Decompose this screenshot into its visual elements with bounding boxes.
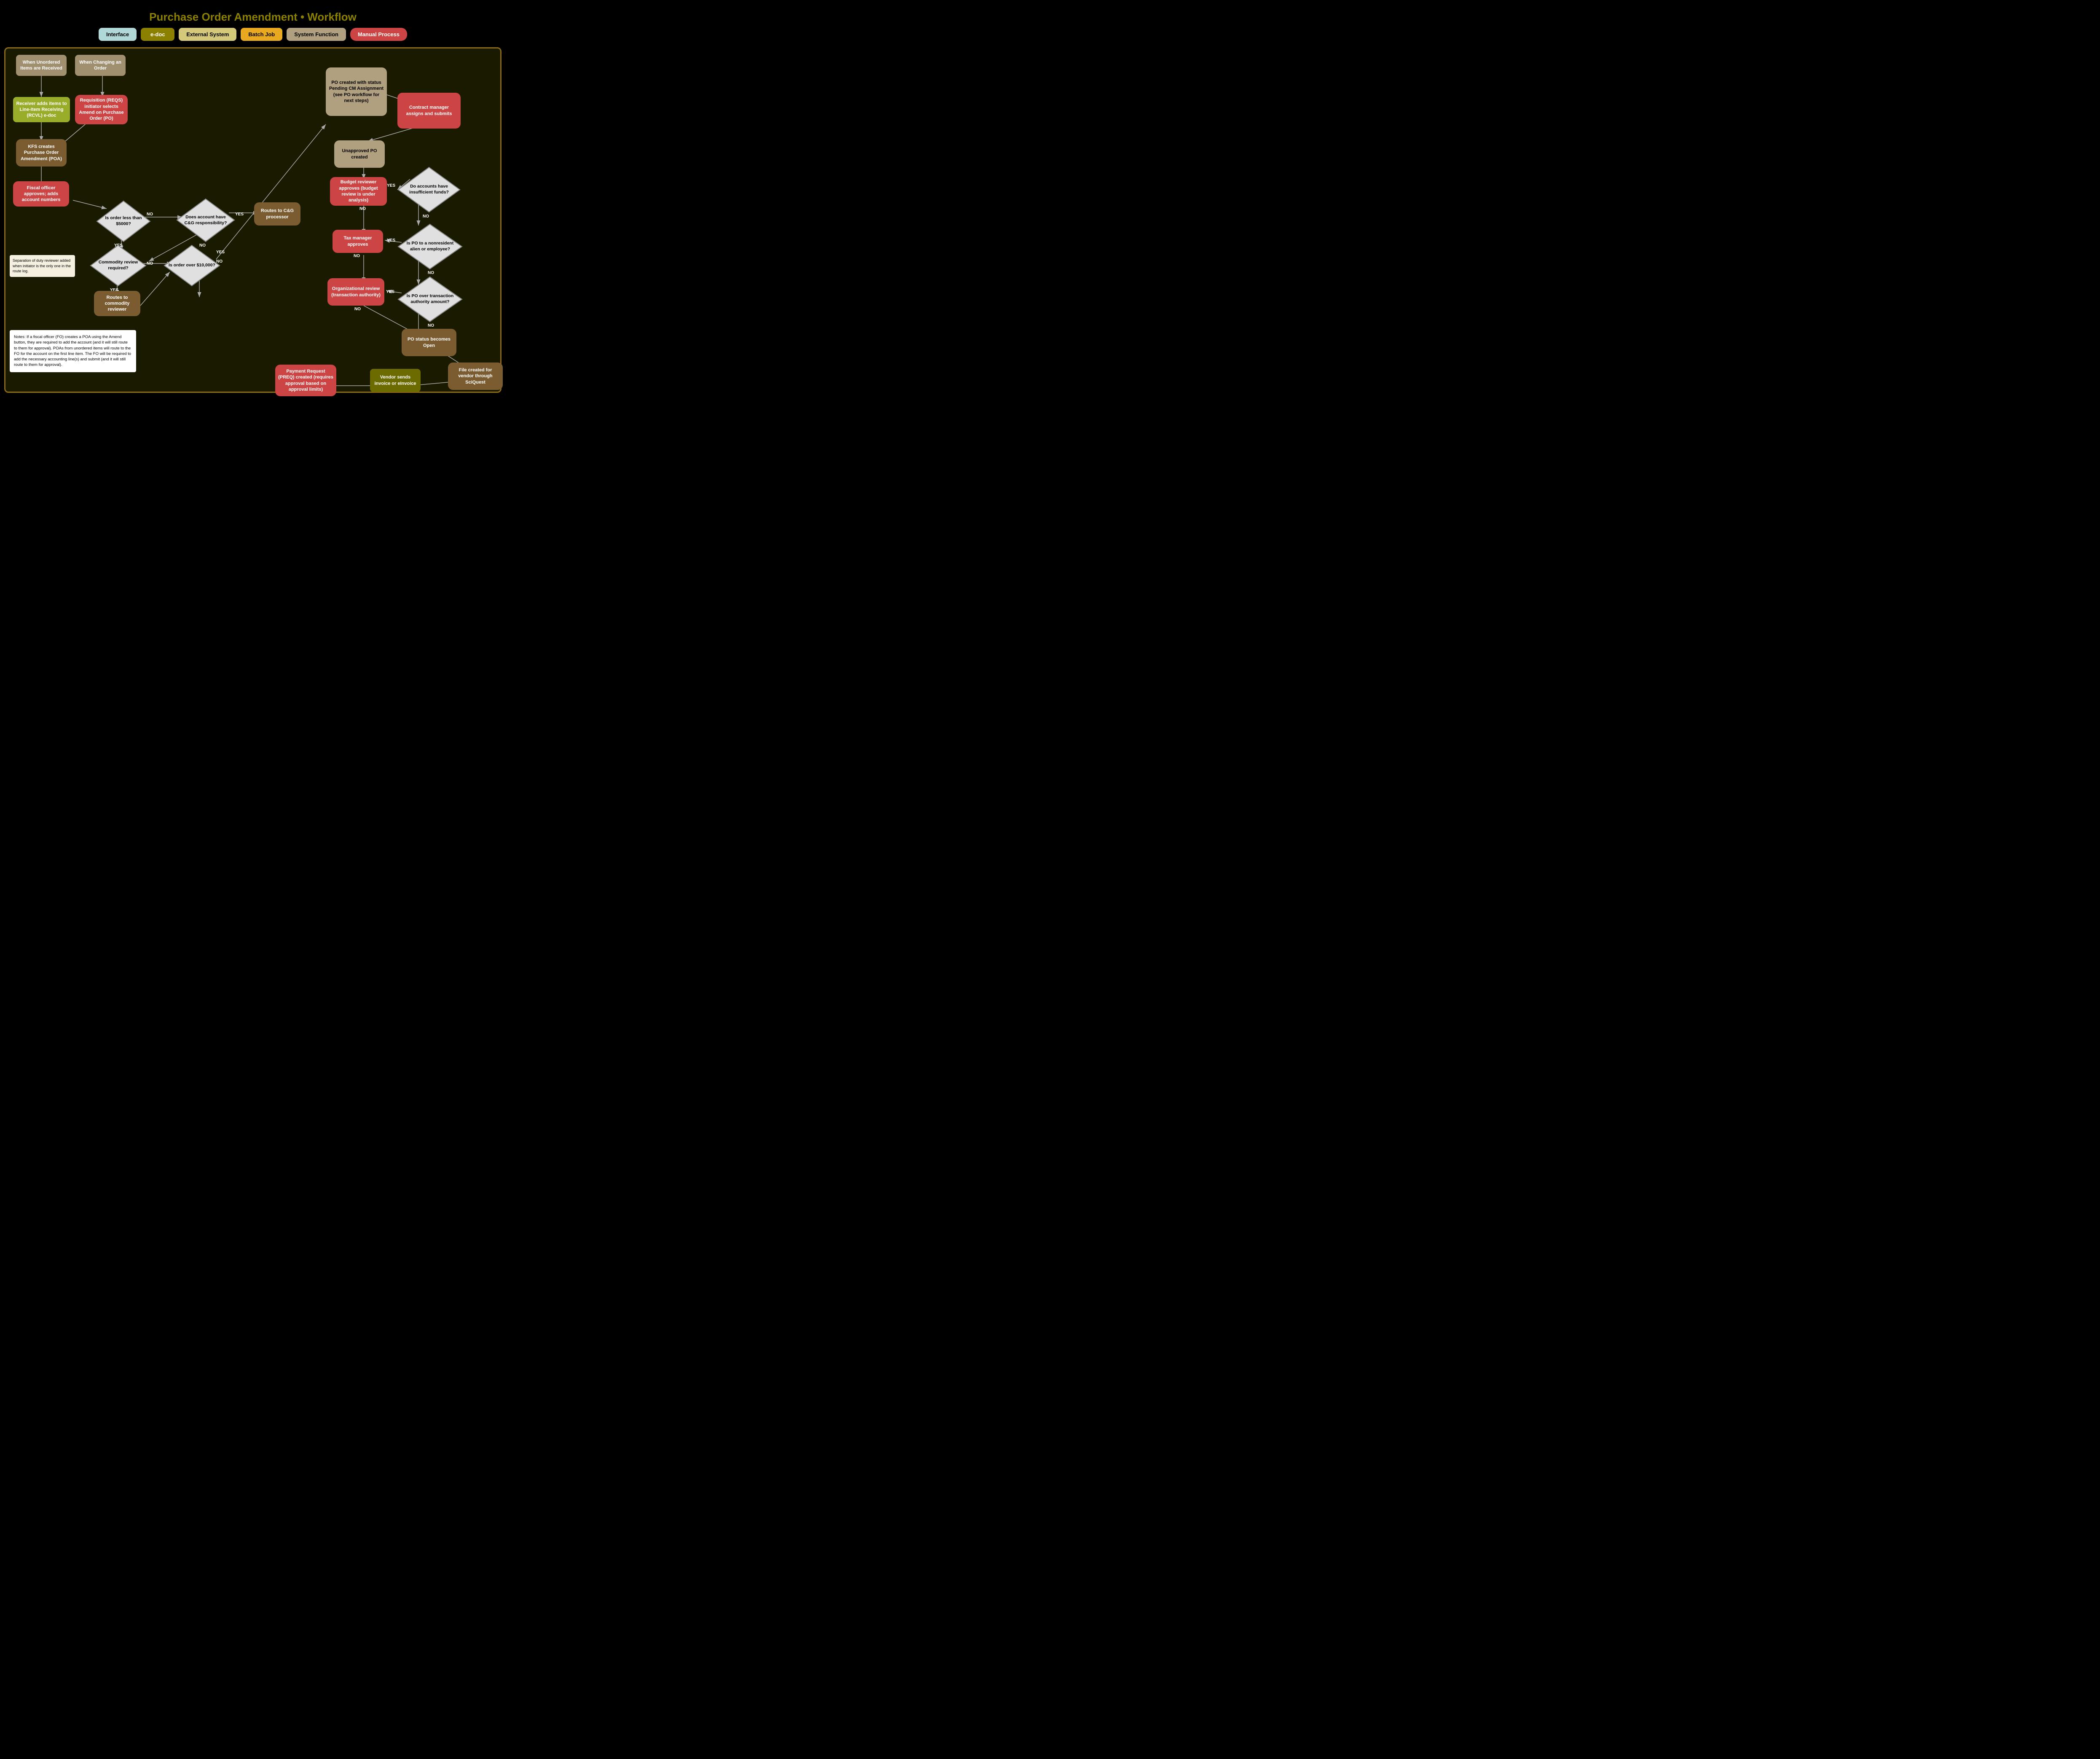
notes-box: Notes: If a fiscal officer (FO) creates … [10,330,136,372]
kfs-creates-box: KFS creates Purchase Order Amendment (PO… [16,139,67,167]
label-yes-transaction: YES [386,290,394,294]
po-created-pending-box: PO created with status Pending CM Assign… [326,67,387,116]
label-no-transaction: NO [428,323,434,328]
label-no-budget: NO [359,207,366,211]
diamond-cg: Does account have C&G responsibility? [176,198,235,242]
legend-system: System Function [287,28,346,41]
main-diagram: When Unordered Items are Received When C… [4,47,502,393]
routes-cg-box: Routes to C&G processor [254,202,300,226]
diamond-nonresident: Is PO to a nonresident alien or employee… [397,223,463,270]
label-no-org: NO [354,307,361,312]
diamond-5000: Is order less than $5000? [96,200,151,242]
when-unordered-box: When Unordered Items are Received [16,55,67,76]
label-no-tax: NO [354,254,360,258]
separation-note: Separation of duty reviewer added when i… [10,255,75,277]
org-review-box: Organizational review (transaction autho… [327,278,384,306]
unapproved-po-box: Unapproved PO created [334,140,385,168]
label-no-commodity: NO [147,261,153,266]
page-title: Purchase Order Amendment • Workflow [4,4,502,28]
vendor-sends-box: Vendor sends invoice or eInvoice [370,369,421,392]
diamond-commodity: Commodity review required? [90,244,147,287]
diamond-accounts: Do accounts have insufficient funds? [397,167,461,213]
diamond-transaction: Is PO over transaction authority amount? [397,276,463,322]
budget-reviewer-box: Budget reviewer approves (budget review … [330,177,387,206]
diamond-10000: Is order over $10,000? [164,244,220,287]
label-yes-accounts: YES [387,183,395,188]
tax-manager-box: Tax manager approves [333,230,383,253]
payment-request-box: Payment Request (PREQ) created (requires… [275,365,336,396]
receiver-adds-box: Receiver adds items to Line-Item Receivi… [13,97,70,122]
file-created-box: File created for vendor through SciQuest [448,363,503,390]
fiscal-officer-box: Fiscal officer approves; adds account nu… [13,181,69,207]
label-yes-cg: YES [235,212,244,217]
label-yes-nonresident: YES [387,238,395,243]
legend-manual: Manual Process [350,28,407,41]
when-changing-box: When Changing an Order [75,55,126,76]
requisition-box: Requisition (REQS) initiator selects Ame… [75,95,128,124]
contract-manager-box: Contract manager assigns and submits [397,93,461,129]
label-no-nonresident: NO [428,271,434,275]
po-status-open-box: PO status becomes Open [402,329,456,356]
legend: Interface e-doc External System Batch Jo… [4,28,502,41]
routes-commodity-box: Routes to commodity reviewer [94,291,140,316]
legend-external: External System [179,28,236,41]
legend-interface: Interface [99,28,137,41]
legend-batch: Batch Job [241,28,282,41]
label-no-accounts: NO [423,214,429,219]
label-yes-10000: YES [216,250,225,255]
legend-edoc: e-doc [141,28,174,41]
